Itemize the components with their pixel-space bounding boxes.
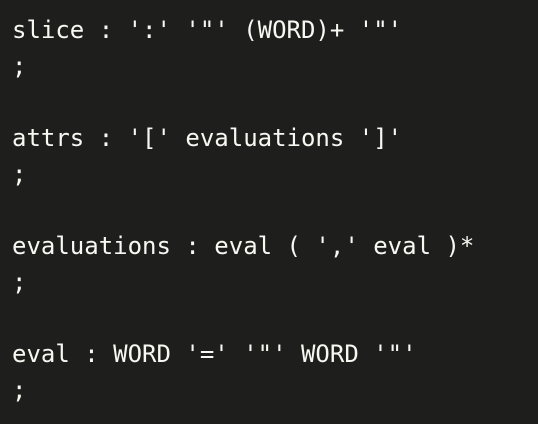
code-line-evaluations-terminator: ; xyxy=(12,268,27,296)
code-line-slice-rule: slice : ':' '"' (WORD)+ '"' xyxy=(12,16,403,44)
code-line-eval-terminator: ; xyxy=(12,376,27,404)
code-line-attrs-rule: attrs : '[' evaluations ']' xyxy=(12,124,403,152)
code-line-eval-rule: eval : WORD '=' '"' WORD '"' xyxy=(12,340,417,368)
code-line-evaluations-rule: evaluations : eval ( ',' eval )* xyxy=(12,232,475,260)
code-line-attrs-terminator: ; xyxy=(12,160,27,188)
code-editor[interactable]: slice : ':' '"' (WORD)+ '"' ; attrs : '[… xyxy=(0,0,538,424)
code-line-slice-terminator: ; xyxy=(12,52,27,80)
